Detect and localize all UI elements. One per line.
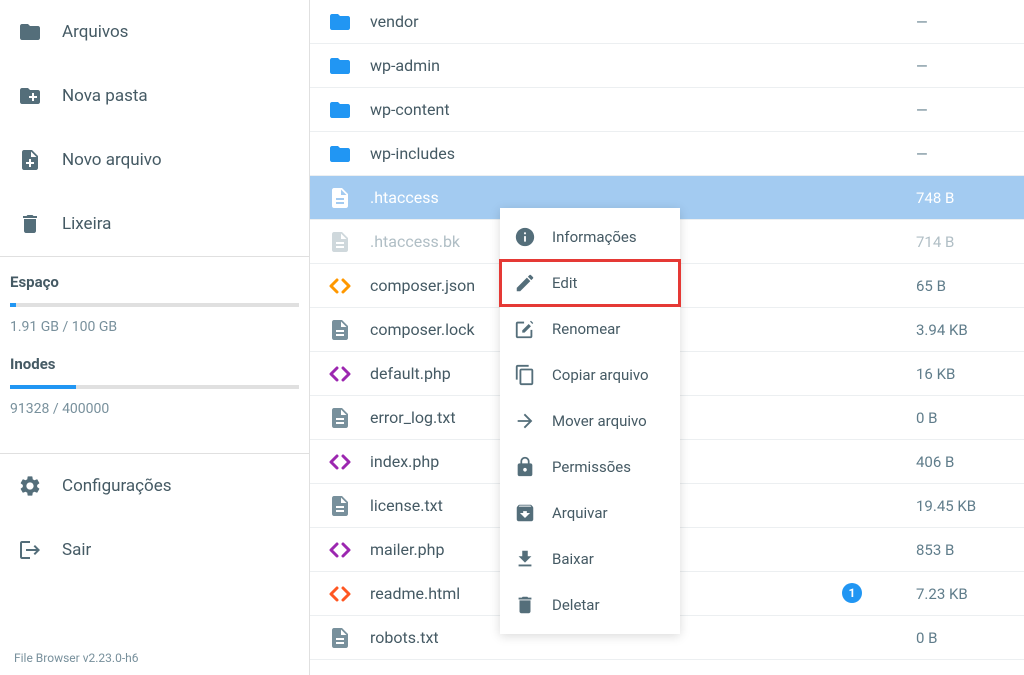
file-size: 406 B xyxy=(916,453,1006,471)
context-menu: Informações Edit Renomear Copiar arquivo… xyxy=(500,208,680,634)
sidebar-item-label: Lixeira xyxy=(62,214,111,234)
file-size: — xyxy=(916,145,1006,163)
menu-archive[interactable]: Arquivar xyxy=(500,490,680,536)
folder-plus-icon xyxy=(18,84,42,108)
file-size: 748 B xyxy=(916,189,1006,207)
file-name: wp-includes xyxy=(370,144,916,163)
file-size: 3.94 KB xyxy=(916,321,1006,339)
space-label: Espaço xyxy=(10,273,299,291)
file-size: — xyxy=(916,13,1006,31)
sidebar: Arquivos Nova pasta Novo arquivo Lixeira… xyxy=(0,0,310,675)
menu-label: Mover arquivo xyxy=(552,412,647,430)
menu-label: Deletar xyxy=(552,596,600,614)
menu-delete[interactable]: Deletar xyxy=(500,582,680,628)
file-size: 0 B xyxy=(916,629,1006,647)
menu-edit[interactable]: Edit xyxy=(500,260,680,306)
file-row[interactable]: wp-admin— xyxy=(310,44,1024,88)
sidebar-item-new-file[interactable]: Novo arquivo xyxy=(0,128,309,192)
sidebar-item-trash[interactable]: Lixeira xyxy=(0,192,309,256)
inodes-progress xyxy=(10,385,299,389)
menu-label: Arquivar xyxy=(552,504,608,522)
menu-permissions[interactable]: Permissões xyxy=(500,444,680,490)
download-icon xyxy=(514,548,536,570)
space-value: 1.91 GB / 100 GB xyxy=(10,319,299,335)
sidebar-item-label: Configurações xyxy=(62,476,172,496)
edit-icon xyxy=(514,272,536,294)
file-name: wp-admin xyxy=(370,56,916,75)
folder-icon xyxy=(18,20,42,44)
file-size: 714 B xyxy=(916,233,1006,251)
file-size: 65 B xyxy=(916,277,1006,295)
file-name: wp-content xyxy=(370,100,916,119)
file-size: 853 B xyxy=(916,541,1006,559)
lock-icon xyxy=(514,456,536,478)
sidebar-item-label: Arquivos xyxy=(62,22,128,42)
file-row[interactable]: wp-includes— xyxy=(310,132,1024,176)
space-progress xyxy=(10,303,299,307)
stats-space: Espaço 1.91 GB / 100 GB Inodes 91328 / 4… xyxy=(0,257,309,453)
file-row[interactable]: wp-content— xyxy=(310,88,1024,132)
menu-rename[interactable]: Renomear xyxy=(500,306,680,352)
notification-badge[interactable]: 1 xyxy=(842,583,862,603)
sidebar-item-label: Nova pasta xyxy=(62,86,148,106)
inodes-label: Inodes xyxy=(10,355,299,373)
sidebar-item-new-folder[interactable]: Nova pasta xyxy=(0,64,309,128)
copy-icon xyxy=(514,364,536,386)
file-size: 19.45 KB xyxy=(916,497,1006,515)
menu-label: Baixar xyxy=(552,550,594,568)
sidebar-item-logout[interactable]: Sair xyxy=(0,518,309,582)
menu-label: Edit xyxy=(552,274,577,292)
sidebar-item-files[interactable]: Arquivos xyxy=(0,0,309,64)
menu-label: Permissões xyxy=(552,458,631,476)
file-row[interactable]: vendor— xyxy=(310,0,1024,44)
file-size: — xyxy=(916,57,1006,75)
sidebar-item-label: Sair xyxy=(62,540,91,560)
file-size: 7.23 KB xyxy=(916,585,1006,603)
file-plus-icon xyxy=(18,148,42,172)
sidebar-item-settings[interactable]: Configurações xyxy=(0,454,309,518)
logout-icon xyxy=(18,538,42,562)
rename-icon xyxy=(514,318,536,340)
menu-label: Copiar arquivo xyxy=(552,366,649,384)
version-label: File Browser v2.23.0-h6 xyxy=(0,641,309,675)
archive-icon xyxy=(514,502,536,524)
file-size: 0 B xyxy=(916,409,1006,427)
gear-icon xyxy=(18,474,42,498)
file-size: — xyxy=(916,101,1006,119)
inodes-value: 91328 / 400000 xyxy=(10,401,299,417)
info-icon xyxy=(514,226,536,248)
move-icon xyxy=(514,410,536,432)
file-name: vendor xyxy=(370,12,916,31)
menu-copy[interactable]: Copiar arquivo xyxy=(500,352,680,398)
menu-label: Renomear xyxy=(552,320,620,338)
trash-icon xyxy=(18,212,42,236)
menu-info[interactable]: Informações xyxy=(500,214,680,260)
menu-move[interactable]: Mover arquivo xyxy=(500,398,680,444)
delete-icon xyxy=(514,594,536,616)
sidebar-item-label: Novo arquivo xyxy=(62,150,162,170)
file-size: 16 KB xyxy=(916,365,1006,383)
menu-download[interactable]: Baixar xyxy=(500,536,680,582)
menu-label: Informações xyxy=(552,228,637,246)
main-panel: vendor—wp-admin—wp-content—wp-includes—.… xyxy=(310,0,1024,675)
file-name: .htaccess xyxy=(370,188,916,207)
